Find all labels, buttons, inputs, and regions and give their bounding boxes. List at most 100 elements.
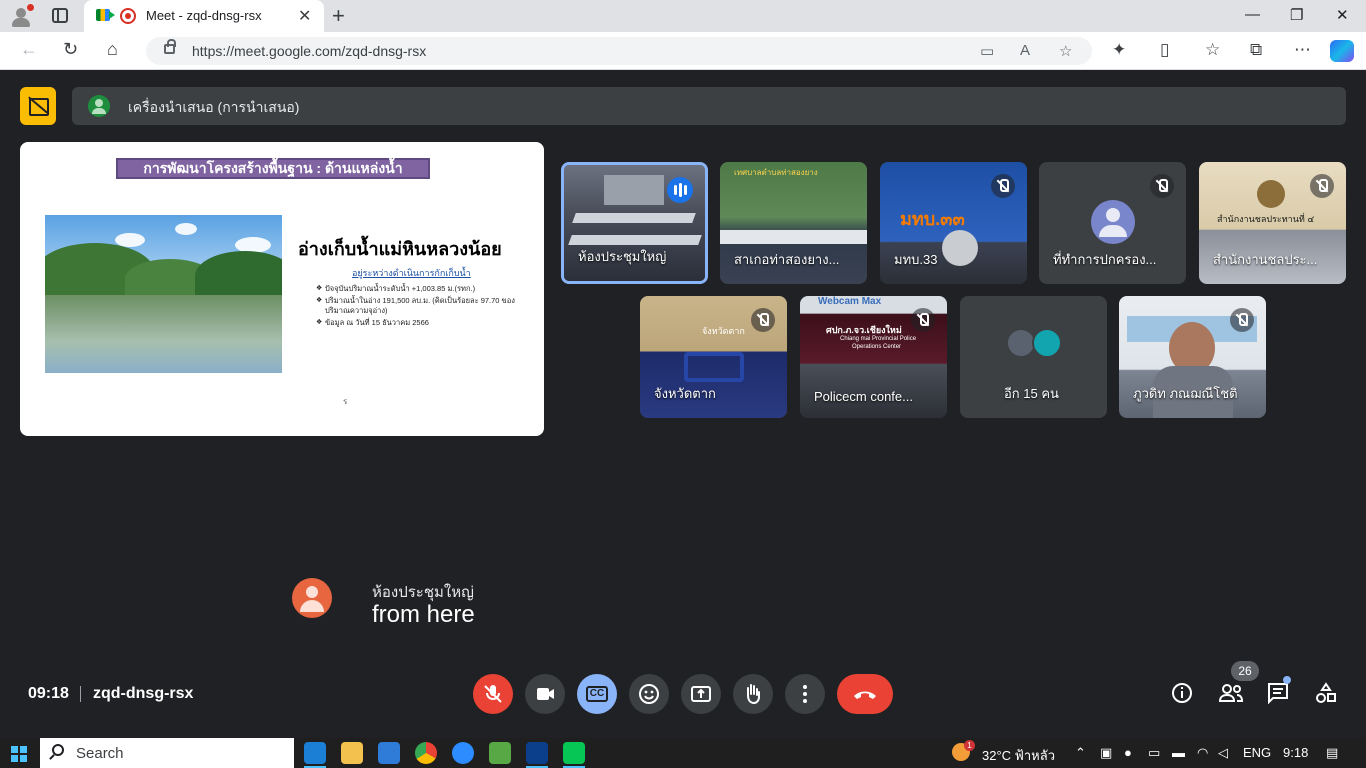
camera-toggle-button[interactable] [525, 674, 565, 714]
minimize-button[interactable]: — [1245, 6, 1260, 23]
participant-name: สำนักงานชลประ... [1213, 252, 1318, 267]
battery-icon[interactable]: ▬ [1172, 745, 1185, 760]
home-button[interactable]: ⌂ [107, 39, 118, 60]
edge-app-icon[interactable] [304, 742, 326, 768]
extensions-icon[interactable]: ✦ [1112, 40, 1126, 60]
camera-tray-icon[interactable]: ▭ [1148, 745, 1160, 761]
lock-icon[interactable] [164, 39, 176, 54]
raise-hand-button[interactable] [733, 674, 773, 714]
webcam-max-label: Webcam Max [818, 296, 882, 307]
captions-button[interactable]: CC [577, 674, 617, 714]
slide-bullet: ปริมาณน้ำในอ่าง 191,500 ลบ.ม. (คิดเป็นร้… [316, 296, 526, 316]
meet-logo-icon [96, 9, 115, 21]
present-now-button[interactable] [681, 674, 721, 714]
mic-off-icon [751, 308, 775, 332]
tile-sign-subtext: Chiang mai Provincial Police [840, 336, 917, 342]
microphone-tray-icon[interactable]: ● [1124, 745, 1132, 760]
reactions-button[interactable] [629, 674, 669, 714]
chrome-app-icon[interactable] [415, 742, 437, 764]
participant-tile[interactable]: สำนักงานชลประทานที่ ๔ สำนักงานชลประ... [1199, 162, 1346, 284]
participant-tile[interactable]: จังหวัดตาก จังหวัดตาก [640, 296, 787, 418]
webex-app-icon[interactable] [526, 742, 548, 768]
presenter-label: เครื่องนำเสนอ (การนำเสนอ) [128, 99, 300, 115]
microphone-toggle-button[interactable] [473, 674, 513, 714]
presentation-bar: เครื่องนำเสนอ (การนำเสนอ) [72, 87, 1346, 125]
more-participants-tile[interactable]: อีก 15 คน [960, 296, 1107, 418]
input-language[interactable]: ENG [1243, 745, 1271, 760]
collections-icon[interactable]: ⧉ [1250, 40, 1262, 60]
line-app-icon[interactable] [563, 742, 585, 768]
zoom-app-icon[interactable] [452, 742, 474, 764]
tile-sign-text: สำนักงานชลประทานที่ ๔ [1217, 214, 1315, 224]
weather-badge: 1 [964, 740, 975, 751]
participant-tile[interactable]: Webcam Max ศปก.ภ.จว.เชียงใหม่ Chiang mai… [800, 296, 947, 418]
file-explorer-icon[interactable] [341, 742, 363, 764]
favorites-icon[interactable]: ☆ [1205, 40, 1220, 60]
weather-text[interactable]: 32°C ฟ้าหลัว [982, 745, 1055, 766]
mic-off-icon [1230, 308, 1254, 332]
browser-tabbar: Meet - zqd-dnsg-rsx ✕ + — ❐ ✕ [0, 0, 1366, 32]
participant-tile[interactable]: ที่ทำการปกครอง... [1039, 162, 1186, 284]
back-button[interactable]: ← [20, 39, 38, 60]
meeting-time: 09:18 [28, 685, 69, 702]
participant-tile[interactable]: มทบ.๓๓ มทบ.33 [880, 162, 1027, 284]
caption-text: from here [372, 601, 475, 628]
recording-icon [120, 8, 136, 24]
qgis-app-icon[interactable] [489, 742, 511, 764]
stop-presenting-button[interactable] [20, 87, 56, 125]
chat-icon[interactable] [1267, 682, 1289, 710]
end-call-icon [854, 691, 876, 699]
participant-tile[interactable]: ภูวดิท ภณฌณีโชติ [1119, 296, 1266, 418]
participant-name: จังหวัดตาก [654, 386, 716, 401]
new-tab-button[interactable]: + [332, 3, 345, 29]
captions-icon: CC [585, 686, 609, 702]
participant-tile[interactable]: ห้องประชุมใหญ่ [561, 162, 708, 284]
reload-button[interactable]: ↻ [63, 39, 78, 60]
omnibox[interactable]: https://meet.google.com/zqd-dnsg-rsx ▭ A… [146, 37, 1092, 65]
mic-off-icon [1310, 174, 1334, 198]
presenter-avatar [88, 95, 110, 117]
split-screen-icon[interactable]: ▯ [1160, 40, 1169, 60]
participant-name: Policecm confe... [814, 389, 913, 404]
chat-unread-dot [1283, 676, 1291, 684]
hand-icon [747, 684, 760, 705]
participant-tile[interactable]: เทศบาลตำบลท่าสองยาง สาเกอท่าสองยาง... [720, 162, 867, 284]
volume-icon[interactable]: ◁ [1218, 745, 1228, 761]
notifications-icon[interactable]: ▤ [1326, 745, 1338, 761]
mic-off-icon [1150, 174, 1174, 198]
tab-close-icon[interactable]: ✕ [298, 6, 311, 26]
taskbar-search[interactable]: Search [40, 738, 294, 768]
slide-heading: อ่างเก็บน้ำแม่หินหลวงน้อย [298, 239, 502, 259]
slide-bullet: ข้อมูล ณ วันที่ 15 ธันวาคม 2566 [316, 318, 526, 328]
tab-actions-icon[interactable] [52, 8, 68, 23]
emoji-icon [639, 684, 659, 704]
maximize-button[interactable]: ❐ [1290, 6, 1303, 24]
settings-more-icon[interactable]: ⋯ [1294, 40, 1311, 60]
window-close-button[interactable]: ✕ [1336, 6, 1349, 24]
tile-sign-subtext: Operations Center [852, 344, 902, 350]
meet-tray-icon[interactable]: ▣ [1100, 745, 1112, 761]
show-hidden-icons[interactable]: ⌃ [1075, 745, 1086, 761]
url-text[interactable]: https://meet.google.com/zqd-dnsg-rsx [192, 43, 426, 59]
meeting-details-icon[interactable] [1171, 682, 1193, 710]
participant-avatar [1032, 328, 1062, 358]
favorite-star-icon[interactable]: ☆ [1059, 42, 1072, 60]
taskbar-clock[interactable]: 9:18 [1283, 745, 1308, 760]
profile-icon[interactable] [8, 4, 34, 28]
participant-count-badge: 26 [1231, 661, 1259, 681]
more-participants-label: อีก 15 คน [1004, 386, 1059, 401]
start-button[interactable] [11, 746, 27, 762]
read-aloud-icon[interactable]: A [1020, 42, 1030, 59]
taskbar-search-label: Search [76, 745, 124, 762]
activities-icon[interactable] [1315, 682, 1337, 710]
people-icon[interactable] [1218, 682, 1244, 710]
more-options-button[interactable] [785, 674, 825, 714]
meeting-code: zqd-dnsg-rsx [93, 685, 194, 702]
wifi-icon[interactable]: ◠ [1197, 745, 1208, 761]
tab-meet[interactable]: Meet - zqd-dnsg-rsx ✕ [84, 0, 324, 32]
leave-call-button[interactable] [837, 674, 893, 714]
camera-in-use-icon[interactable]: ▭ [980, 42, 994, 60]
copilot-icon[interactable] [1330, 40, 1354, 62]
mail-app-icon[interactable] [378, 742, 400, 764]
participant-name: ที่ทำการปกครอง... [1053, 252, 1157, 267]
